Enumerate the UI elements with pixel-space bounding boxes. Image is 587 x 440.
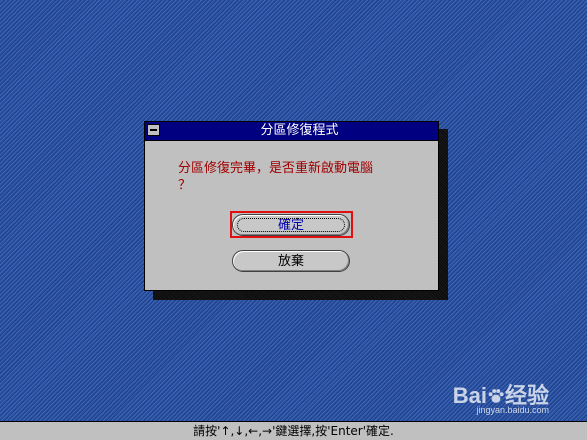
- watermark-url: jingyan.baidu.com: [476, 405, 549, 415]
- partition-repair-dialog: 分區修復程式 分區修復完畢，是否重新啟動電腦 ？ 確定 放棄: [144, 121, 439, 291]
- ok-button[interactable]: 確定: [232, 214, 350, 236]
- dialog-titlebar: 分區修復程式: [145, 122, 438, 141]
- focus-ring: [237, 218, 345, 232]
- system-menu-icon[interactable]: [147, 124, 160, 136]
- message-line-2: ？: [178, 178, 192, 193]
- baidu-watermark: Bai 经验 jingyan.baidu.com: [453, 378, 549, 415]
- paw-icon: [488, 389, 504, 403]
- status-hint: 請按'↑,↓,←,→'鍵選擇,按'Enter'確定.: [193, 424, 394, 438]
- dialog-title: 分區修復程式: [260, 123, 339, 138]
- dialog-message: 分區修復完畢，是否重新啟動電腦 ？: [178, 160, 428, 194]
- cancel-button-label: 放棄: [277, 254, 304, 269]
- cancel-button[interactable]: 放棄: [232, 250, 350, 272]
- status-bar: 請按'↑,↓,←,→'鍵選擇,按'Enter'確定.: [0, 421, 587, 440]
- message-line-1: 分區修復完畢，是否重新啟動電腦: [178, 161, 374, 176]
